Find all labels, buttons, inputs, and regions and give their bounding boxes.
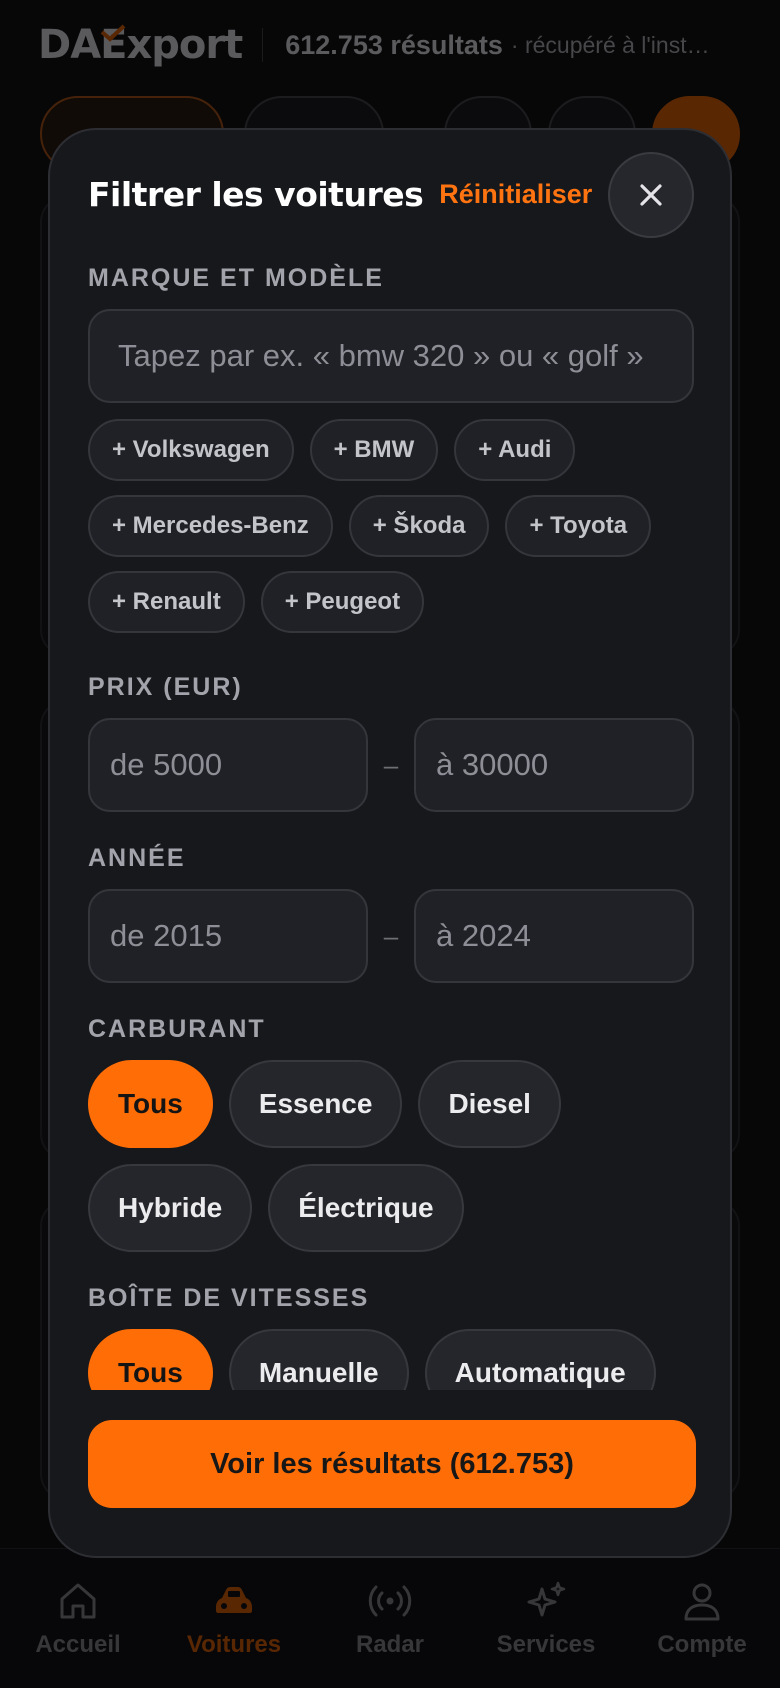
close-icon: [640, 184, 662, 206]
gearbox-option-automatique[interactable]: Automatique: [424, 1329, 656, 1390]
year-from-input[interactable]: [88, 889, 368, 983]
range-dash: –: [383, 920, 399, 951]
close-button[interactable]: [608, 152, 694, 238]
show-results-button[interactable]: Voir les résultats (612.753): [88, 1420, 696, 1508]
make-chip-renault[interactable]: + Renault: [88, 571, 245, 633]
year-range: –: [88, 889, 694, 983]
make-chip-mercedes-benz[interactable]: + Mercedes-Benz: [88, 495, 333, 557]
year-to-input[interactable]: [414, 889, 694, 983]
filter-scroll-area[interactable]: Marque et modèle + Volkswagen + BMW + Au…: [88, 248, 694, 1390]
year-label: Année: [88, 844, 186, 872]
filter-modal: Filtrer les voitures Réinitialiser Marqu…: [48, 128, 732, 1558]
make-chip-volkswagen[interactable]: + Volkswagen: [88, 419, 294, 481]
gearbox-label: Boîte de vitesses: [88, 1284, 370, 1312]
fuel-option-diesel[interactable]: Diesel: [418, 1060, 561, 1148]
gearbox-options: Tous Manuelle Automatique: [88, 1329, 694, 1390]
fuel-option-hybride[interactable]: Hybride: [88, 1164, 253, 1252]
fuel-option-electrique[interactable]: Électrique: [268, 1164, 464, 1252]
price-to-input[interactable]: [414, 718, 694, 812]
fuel-options: Tous Essence Diesel Hybride Électrique: [88, 1060, 694, 1252]
quick-make-chips: + Volkswagen + BMW + Audi + Mercedes-Ben…: [88, 419, 694, 633]
modal-title: Filtrer les voitures: [88, 174, 424, 214]
make-chip-skoda[interactable]: + Škoda: [348, 495, 490, 557]
price-from-input[interactable]: [88, 718, 368, 812]
make-chip-audi[interactable]: + Audi: [454, 419, 576, 481]
price-label: Prix (EUR): [88, 673, 243, 701]
reset-button[interactable]: Réinitialiser: [439, 179, 592, 210]
fuel-option-tous[interactable]: Tous: [88, 1060, 213, 1148]
modal-header: Filtrer les voitures Réinitialiser: [88, 150, 694, 238]
fuel-label: Carburant: [88, 1015, 266, 1043]
make-chip-bmw[interactable]: + BMW: [309, 419, 439, 481]
price-range: –: [88, 718, 694, 812]
make-chip-peugeot[interactable]: + Peugeot: [260, 571, 425, 633]
fuel-option-essence[interactable]: Essence: [228, 1060, 403, 1148]
make-model-search-input[interactable]: [88, 309, 694, 403]
make-model-label: Marque et modèle: [88, 264, 384, 292]
make-chip-toyota[interactable]: + Toyota: [505, 495, 652, 557]
gearbox-option-tous[interactable]: Tous: [88, 1329, 213, 1390]
gearbox-option-manuelle[interactable]: Manuelle: [228, 1329, 409, 1390]
range-dash: –: [383, 749, 399, 780]
